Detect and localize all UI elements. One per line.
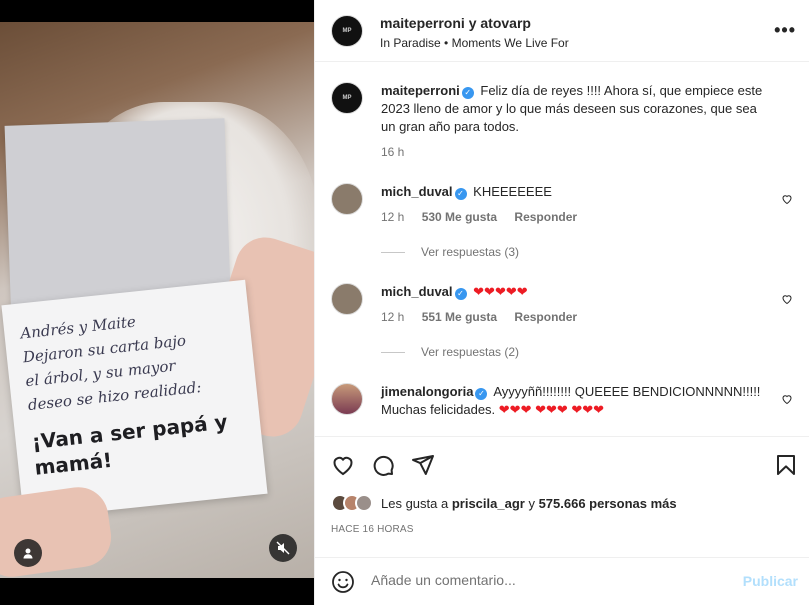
reply-button[interactable]: Responder <box>514 210 577 224</box>
comment-text: KHEEEEEEE <box>473 184 552 199</box>
verified-badge-icon: ✓ <box>454 188 467 200</box>
mute-toggle-button[interactable] <box>269 534 297 562</box>
post-media[interactable]: Andrés y Maite Dejaron su carta bajo el … <box>0 0 314 605</box>
post-photo: Andrés y Maite Dejaron su carta bajo el … <box>0 22 314 578</box>
view-replies-label: Ver respuestas (3) <box>421 245 520 259</box>
comment-body: mich_duval ✓ ❤❤❤❤❤ <box>381 283 771 301</box>
comment-item: mich_duval ✓ KHEEEEEEE 12 h 530 Me gusta … <box>331 183 801 263</box>
comment-item: mich_duval ✓ ❤❤❤❤❤ 12 h 551 Me gusta Resp… <box>331 283 801 363</box>
share-icon[interactable] <box>411 453 435 477</box>
caption-time[interactable]: 16 h <box>381 145 404 159</box>
comment-meta: 12 h 551 Me gusta Responder <box>381 310 591 324</box>
comment-body: mich_duval ✓ KHEEEEEEE <box>381 183 771 201</box>
comment-likes[interactable]: 551 Me gusta <box>422 310 497 324</box>
comments-scroll-area[interactable]: MP maiteperroni ✓ Feliz día de reyes !!!!… <box>315 63 809 435</box>
verified-badge-icon: ✓ <box>454 288 467 300</box>
comment-like-icon[interactable] <box>781 193 793 205</box>
comment-like-icon[interactable] <box>781 293 793 305</box>
likes-prefix: Les gusta a <box>381 495 452 511</box>
more-options-button[interactable]: ••• <box>774 20 796 41</box>
caption-avatar[interactable]: MP <box>331 82 363 114</box>
caption-body: maiteperroni ✓ Feliz día de reyes !!!! Ah… <box>381 82 771 136</box>
replies-divider <box>381 351 405 353</box>
comment-time[interactable]: 12 h <box>381 210 404 224</box>
verified-badge-icon: ✓ <box>475 388 488 400</box>
post-side-panel: MP maiteperroni y atovarp In Paradise • … <box>314 0 809 605</box>
comment-hearts: ❤❤❤ ❤❤❤ ❤❤❤ <box>498 402 605 417</box>
left-hand <box>0 483 115 578</box>
comment-username[interactable]: mich_duval <box>381 284 453 299</box>
comment-username[interactable]: mich_duval <box>381 184 453 199</box>
caption: MP maiteperroni ✓ Feliz día de reyes !!!!… <box>331 82 801 162</box>
comment-icon[interactable] <box>371 453 395 477</box>
post-header: MP maiteperroni y atovarp In Paradise • … <box>315 0 809 62</box>
view-replies[interactable]: Ver respuestas (3) <box>381 245 519 259</box>
comment-likes[interactable]: 530 Me gusta <box>422 210 497 224</box>
handwritten-card: Andrés y Maite Dejaron su carta bajo el … <box>1 279 268 520</box>
user-icon <box>23 548 33 559</box>
comment-body: jimenalongoria ✓ Ayyyyññ!!!!!!!! QUEEEE B… <box>381 383 771 419</box>
muted-speaker-icon <box>276 541 290 555</box>
comment-meta: 12 h 530 Me gusta Responder <box>381 210 591 224</box>
replies-divider <box>381 251 405 253</box>
liker-username[interactable]: priscila_agr <box>452 496 525 511</box>
verified-badge-icon: ✓ <box>461 87 474 99</box>
comment-item: jimenalongoria ✓ Ayyyyññ!!!!!!!! QUEEEE B… <box>331 383 801 435</box>
comment-composer: Publicar <box>315 557 809 605</box>
likes-middle: y <box>524 495 539 511</box>
note-highlight: ¡Van a ser papá y mamá! <box>30 409 229 480</box>
caption-username[interactable]: maiteperroni <box>381 83 460 98</box>
likes-summary[interactable]: Les gusta a priscila_agr y 575.666 perso… <box>331 494 677 512</box>
comment-username[interactable]: jimenalongoria <box>381 384 473 399</box>
comment-time[interactable]: 12 h <box>381 310 404 324</box>
post-authors[interactable]: maiteperroni y atovarp <box>380 15 531 31</box>
commenter-avatar[interactable] <box>331 283 363 315</box>
comment-text: ❤❤❤❤❤ <box>473 284 528 299</box>
tagged-users-button[interactable] <box>14 539 42 567</box>
heart-icon[interactable] <box>331 453 355 477</box>
liker-avatar <box>355 494 373 512</box>
commenter-avatar[interactable] <box>331 383 363 415</box>
smiley-icon[interactable] <box>331 570 355 594</box>
publish-button[interactable]: Publicar <box>743 573 798 589</box>
likes-text: Les gusta a priscila_agr y 575.666 perso… <box>381 496 677 511</box>
view-replies-label: Ver respuestas (2) <box>421 345 520 359</box>
post-timestamp[interactable]: HACE 16 HORAS <box>331 524 414 535</box>
reply-button[interactable]: Responder <box>514 310 577 324</box>
comment-like-icon[interactable] <box>781 393 793 405</box>
view-replies[interactable]: Ver respuestas (2) <box>381 345 519 359</box>
author-avatar[interactable]: MP <box>331 15 363 47</box>
likes-count[interactable]: 575.666 personas más <box>539 496 677 511</box>
commenter-avatar[interactable] <box>331 183 363 215</box>
more-horizontal-icon: ••• <box>774 20 796 40</box>
bookmark-icon[interactable] <box>774 453 798 477</box>
post-location[interactable]: In Paradise • Moments We Live For <box>380 36 569 50</box>
comment-input[interactable] <box>371 572 721 588</box>
caption-meta: 16 h <box>381 145 418 159</box>
